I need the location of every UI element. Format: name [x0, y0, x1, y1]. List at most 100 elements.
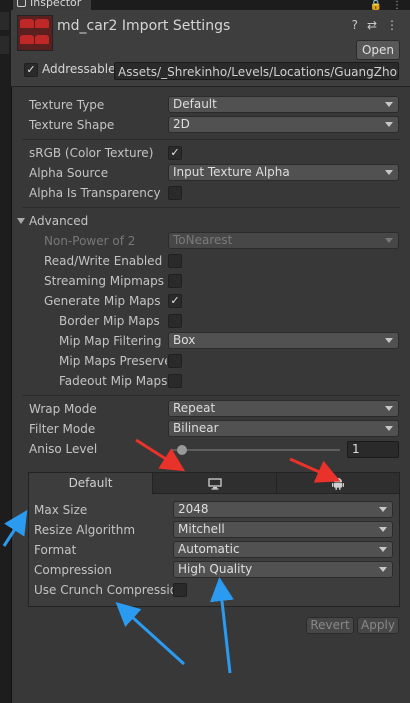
thumbnail-car-shape [35, 19, 49, 28]
crunch-compression-label: Use Crunch Compression [34, 583, 185, 597]
aniso-level-label: Aniso Level [29, 442, 98, 456]
srgb-checkbox[interactable]: ✓ [168, 146, 182, 160]
presets-icon[interactable]: ⇄ [367, 18, 377, 32]
max-size-value: 2048 [178, 502, 209, 516]
read-write-label: Read/Write Enabled [44, 254, 163, 268]
chevron-down-icon [379, 547, 387, 552]
addressable-label: Addressable [42, 62, 116, 76]
resize-algorithm-label: Resize Algorithm [34, 523, 136, 537]
border-mipmaps-label: Border Mip Maps [59, 314, 160, 328]
alpha-transparency-label: Alpha Is Transparency [29, 186, 161, 200]
tab-inspector[interactable]: Inspector [13, 0, 91, 10]
addressable-path-field[interactable]: Assets/_Shrekinho/Levels/Locations/Guang… [114, 62, 399, 80]
read-write-checkbox[interactable] [168, 254, 182, 268]
chevron-down-icon [385, 238, 393, 243]
chevron-down-icon [385, 122, 393, 127]
texture-thumbnail [17, 15, 53, 51]
addressable-checkbox[interactable]: ✓ [24, 63, 38, 77]
compression-label: Compression [34, 563, 112, 577]
compression-dropdown[interactable]: High Quality [173, 561, 393, 578]
wrap-mode-value: Repeat [173, 401, 216, 415]
format-label: Format [34, 543, 77, 557]
generate-mipmaps-checkbox[interactable]: ✓ [168, 294, 182, 308]
texture-shape-value: 2D [173, 117, 190, 131]
chevron-down-icon [385, 426, 393, 431]
open-button[interactable]: Open [356, 40, 400, 60]
resize-algorithm-value: Mitchell [178, 522, 225, 536]
texture-shape-dropdown[interactable]: 2D [168, 116, 399, 133]
streaming-mipmaps-checkbox[interactable] [168, 274, 182, 288]
android-icon [332, 478, 344, 490]
texture-type-label: Texture Type [29, 98, 105, 112]
left-dock-strip [0, 0, 12, 703]
thumbnail-car-shape [20, 35, 34, 44]
mip-preserve-label: Mip Maps Preserve [59, 354, 167, 368]
filter-mode-value: Bilinear [173, 421, 219, 435]
streaming-mipmaps-label: Streaming Mipmaps [44, 274, 165, 288]
more-icon[interactable]: ⋮ [386, 18, 398, 32]
blue-arrow-to-crunch [115, 601, 186, 666]
wrap-mode-label: Wrap Mode [29, 402, 97, 416]
generate-mipmaps-label: Generate Mip Maps [44, 294, 161, 308]
fadeout-mipmaps-label: Fadeout Mip Maps [59, 374, 168, 388]
aniso-slider-knob[interactable] [177, 445, 188, 455]
max-size-dropdown[interactable]: 2048 [173, 501, 393, 518]
red-arrow-to-monitor-tab [135, 438, 186, 472]
divider [22, 395, 400, 396]
mip-preserve-checkbox[interactable] [168, 354, 182, 368]
format-dropdown[interactable]: Automatic [173, 541, 393, 558]
page-title: md_car2 Import Settings [57, 18, 231, 34]
chevron-down-icon [379, 527, 387, 532]
tab-inspector-label: Inspector [30, 0, 82, 9]
chevron-down-icon [379, 507, 387, 512]
filter-mode-label: Filter Mode [29, 422, 96, 436]
mip-filtering-value: Box [173, 333, 196, 347]
revert-button[interactable]: Revert [306, 617, 354, 634]
apply-button[interactable]: Apply [357, 617, 399, 634]
divider [22, 139, 400, 140]
srgb-label: sRGB (Color Texture) [29, 146, 154, 160]
chevron-down-icon [379, 567, 387, 572]
thumbnail-car-shape [35, 35, 49, 44]
resize-algorithm-dropdown[interactable]: Mitchell [173, 521, 393, 538]
mip-filtering-dropdown[interactable]: Box [168, 332, 399, 349]
mip-filtering-label: Mip Map Filtering [59, 334, 162, 348]
foldout-expanded-icon[interactable] [17, 218, 25, 224]
crunch-compression-checkbox[interactable] [173, 583, 187, 597]
texture-type-dropdown[interactable]: Default [168, 96, 399, 113]
fadeout-mipmaps-checkbox[interactable] [168, 374, 182, 388]
chevron-down-icon [385, 102, 393, 107]
alpha-source-dropdown[interactable]: Input Texture Alpha [168, 164, 399, 181]
help-icon[interactable]: ? [352, 18, 358, 32]
alpha-source-label: Alpha Source [29, 166, 109, 180]
dock-tab[interactable] [0, 36, 9, 54]
chevron-down-icon [385, 406, 393, 411]
aniso-slider-track[interactable] [172, 449, 340, 451]
header-icons: ? ⇄ ⋮ [352, 18, 398, 32]
alpha-source-value: Input Texture Alpha [173, 165, 290, 179]
advanced-foldout-label[interactable]: Advanced [29, 214, 88, 228]
tab-standalone-platform[interactable] [152, 472, 277, 494]
inspector-icon [17, 0, 26, 7]
chevron-down-icon [385, 170, 393, 175]
format-value: Automatic [178, 542, 240, 556]
npot-label: Non-Power of 2 [44, 234, 136, 248]
alpha-transparency-checkbox[interactable] [168, 186, 182, 200]
npot-dropdown: ToNearest [168, 232, 399, 249]
chevron-down-icon [385, 338, 393, 343]
compression-value: High Quality [178, 562, 253, 576]
aniso-level-field[interactable]: 1 [347, 441, 399, 458]
npot-value: ToNearest [173, 233, 233, 247]
border-mipmaps-checkbox[interactable] [168, 314, 182, 328]
tab-default-platform[interactable]: Default [28, 472, 153, 494]
tab-android-platform[interactable] [276, 472, 400, 494]
texture-type-value: Default [173, 97, 217, 111]
thumbnail-car-shape [20, 19, 34, 28]
texture-shape-label: Texture Shape [29, 118, 115, 132]
wrap-mode-dropdown[interactable]: Repeat [168, 400, 399, 417]
filter-mode-dropdown[interactable]: Bilinear [168, 420, 399, 437]
divider [22, 207, 400, 208]
monitor-icon [207, 478, 222, 490]
max-size-label: Max Size [34, 503, 88, 517]
dock-tab[interactable] [0, 12, 9, 30]
